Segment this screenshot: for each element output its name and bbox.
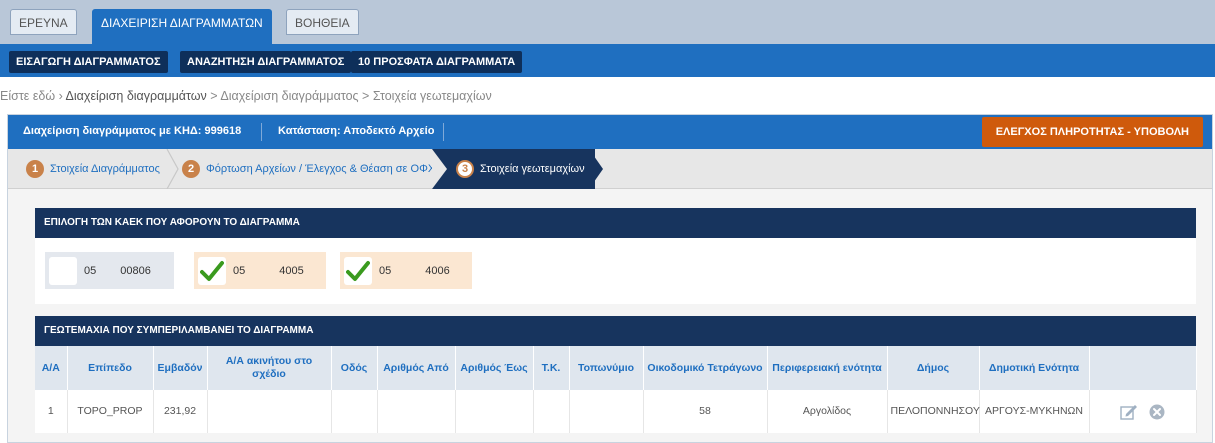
kaek-option[interactable]: 05 00806	[45, 252, 174, 289]
wizard-steps: 1 Στοιχεία Διαγράμματος 2 Φόρτωση Αρχείω…	[8, 149, 1212, 189]
info-divider	[443, 123, 444, 141]
checkmark-icon	[346, 260, 370, 281]
edit-icon[interactable]	[1120, 404, 1138, 420]
cell-number-to	[455, 390, 534, 433]
kaek-suffix: 00806	[120, 264, 151, 277]
kaek-section-title: ΕΠΙΛΟΓΗ ΤΩΝ ΚΑΕΚ ΠΟΥ ΑΦΟΡΟΥΝ ΤΟ ΔΙΑΓΡΑΜΜ…	[35, 208, 1196, 238]
table-row: 1 TOPO_PROP 231,92 58 Αργολίδος ΠΕΛΟΠΟΝΝ…	[35, 390, 1197, 433]
cell-aa: 1	[35, 390, 68, 433]
step-chevron-icon	[432, 149, 447, 189]
kaek-suffix: 4005	[279, 264, 304, 277]
step-chevron-icon	[166, 149, 179, 189]
cell-level: TOPO_PROP	[67, 390, 154, 433]
column-header: Α/Α	[35, 346, 68, 390]
kaek-prefix: 05	[379, 264, 392, 277]
parcels-section-title: ΓΕΩΤΕΜΑΧΙΑ ΠΟΥ ΣΥΜΠΕΡΙΛΑΜΒΑΝΕΙ ΤΟ ΔΙΑΓΡΑ…	[35, 316, 1196, 346]
kaek-suffix: 4006	[425, 264, 450, 277]
breadcrumb: Είστε εδώ › Διαχείριση διαγραμμάτων > Δι…	[0, 89, 492, 103]
diagram-id-text: Διαχείριση διαγράμματος με ΚΗΔ: 999618	[23, 125, 242, 137]
step-label: Στοιχεία Διαγράμματος	[50, 163, 160, 175]
column-header: Δήμος	[887, 346, 980, 390]
cell-postcode	[533, 390, 570, 433]
column-header	[1089, 346, 1197, 390]
column-header: Επίπεδο	[67, 346, 154, 390]
completeness-check-submit-button[interactable]: ΕΛΕΓΧΟΣ ΠΛΗΡΟΤΗΤΑΣ - ΥΠΟΒΟΛΗ	[981, 117, 1203, 147]
delete-icon[interactable]	[1149, 404, 1165, 420]
table-header-row: Α/Α Επίπεδο Εμβαδόν Α/Α ακινήτου στο σχέ…	[35, 346, 1197, 390]
breadcrumb-separator: >	[358, 89, 373, 103]
step-parcel-info[interactable]: 3 Στοιχεία γεωτεμαχίων	[432, 149, 595, 189]
cell-block: 58	[643, 390, 768, 433]
column-header: Α/Α ακινήτου στο σχέδιο	[207, 346, 332, 390]
column-header: Αριθμός Από	[377, 346, 456, 390]
diagram-status-text: Κατάσταση: Αποδεκτό Αρχείο	[278, 125, 435, 137]
main-tab-bar: ΕΡΕΥΝΑ ΔΙΑΧΕΙΡΙΣΗ ΔΙΑΓΡΑΜΜΑΤΩΝ ΒΟΗΘΕΙΑ	[0, 0, 1215, 44]
step-number: 1	[26, 160, 44, 178]
step-chevron-icon	[589, 149, 603, 189]
tab-diagram-management[interactable]: ΔΙΑΧΕΙΡΙΣΗ ΔΙΑΓΡΑΜΜΑΤΩΝ	[92, 9, 272, 44]
tab-research[interactable]: ΕΡΕΥΝΑ	[10, 9, 77, 35]
step-file-upload[interactable]: 2 Φόρτωση Αρχείων / Έλεγχος & Θέαση σε Ο…	[182, 149, 435, 189]
cell-street	[331, 390, 378, 433]
column-header: Οικοδομικό Τετράγωνο	[643, 346, 768, 390]
checkmark-icon	[200, 260, 224, 281]
step-number: 2	[182, 160, 200, 178]
column-header: Περιφερειακή ενότητα	[767, 346, 888, 390]
kaek-prefix: 05	[84, 264, 97, 277]
kaek-option[interactable]: 05 4005	[194, 252, 326, 289]
breadcrumb-diagrams-link[interactable]: Διαχείριση διαγραμμάτων	[66, 89, 207, 103]
column-header: Οδός	[331, 346, 378, 390]
column-header: Δημοτική Ενότητα	[979, 346, 1090, 390]
kaek-prefix: 05	[233, 264, 246, 277]
diagram-info-bar: Διαχείριση διαγράμματος με ΚΗΔ: 999618 Κ…	[8, 115, 1212, 149]
search-diagram-button[interactable]: ΑΝΑΖΗΤΗΣΗ ΔΙΑΓΡΑΜΜΑΤΟΣ	[180, 51, 352, 73]
kaek-checkbox[interactable]	[49, 256, 77, 285]
column-header: Τοπωνύμιο	[569, 346, 644, 390]
breadcrumb-prefix: Είστε εδώ ›	[0, 89, 66, 103]
cell-municipal-unit: ΑΡΓΟΥΣ-ΜΥΚΗΝΩΝ	[979, 390, 1090, 433]
cell-number-from	[377, 390, 456, 433]
kaek-checkbox[interactable]	[344, 256, 372, 285]
column-header: Τ.Κ.	[533, 346, 570, 390]
cell-actions	[1089, 390, 1197, 433]
column-header: Αριθμός Έως	[455, 346, 534, 390]
kaek-option[interactable]: 05 4006	[340, 252, 472, 289]
info-divider	[261, 123, 262, 141]
step-diagram-info[interactable]: 1 Στοιχεία Διαγράμματος	[26, 149, 160, 189]
step-label: Στοιχεία γεωτεμαχίων	[480, 163, 585, 175]
tab-help[interactable]: ΒΟΗΘΕΙΑ	[286, 9, 359, 35]
cell-toponym	[569, 390, 644, 433]
sub-nav-bar: ΕΙΣΑΓΩΓΗ ΔΙΑΓΡΑΜΜΑΤΟΣ ΑΝΑΖΗΤΗΣΗ ΔΙΑΓΡΑΜΜ…	[0, 44, 1215, 77]
cell-municipality: ΠΕΛΟΠΟΝΝΗΣΟΥ	[887, 390, 980, 433]
step-number: 3	[456, 160, 474, 178]
breadcrumb-current: Στοιχεία γεωτεμαχίων	[372, 89, 492, 103]
kaek-checkbox[interactable]	[198, 256, 226, 285]
step-label: Φόρτωση Αρχείων / Έλεγχος & Θέαση σε ΟΦΧ	[206, 163, 436, 175]
parcels-table: Α/Α Επίπεδο Εμβαδόν Α/Α ακινήτου στο σχέ…	[35, 346, 1197, 433]
add-diagram-button[interactable]: ΕΙΣΑΓΩΓΗ ΔΙΑΓΡΑΜΜΑΤΟΣ	[9, 51, 168, 73]
cell-property-number	[207, 390, 332, 433]
cell-area: 231,92	[153, 390, 208, 433]
recent-diagrams-button[interactable]: 10 ΠΡΟΣΦΑΤΑ ΔΙΑΓΡΑΜΜΑΤΑ	[351, 51, 523, 73]
cell-regional-unit: Αργολίδος	[767, 390, 888, 433]
column-header: Εμβαδόν	[153, 346, 208, 390]
breadcrumb-diagram-link[interactable]: Διαχείριση διαγράμματος	[220, 89, 358, 103]
breadcrumb-separator: >	[206, 89, 221, 103]
